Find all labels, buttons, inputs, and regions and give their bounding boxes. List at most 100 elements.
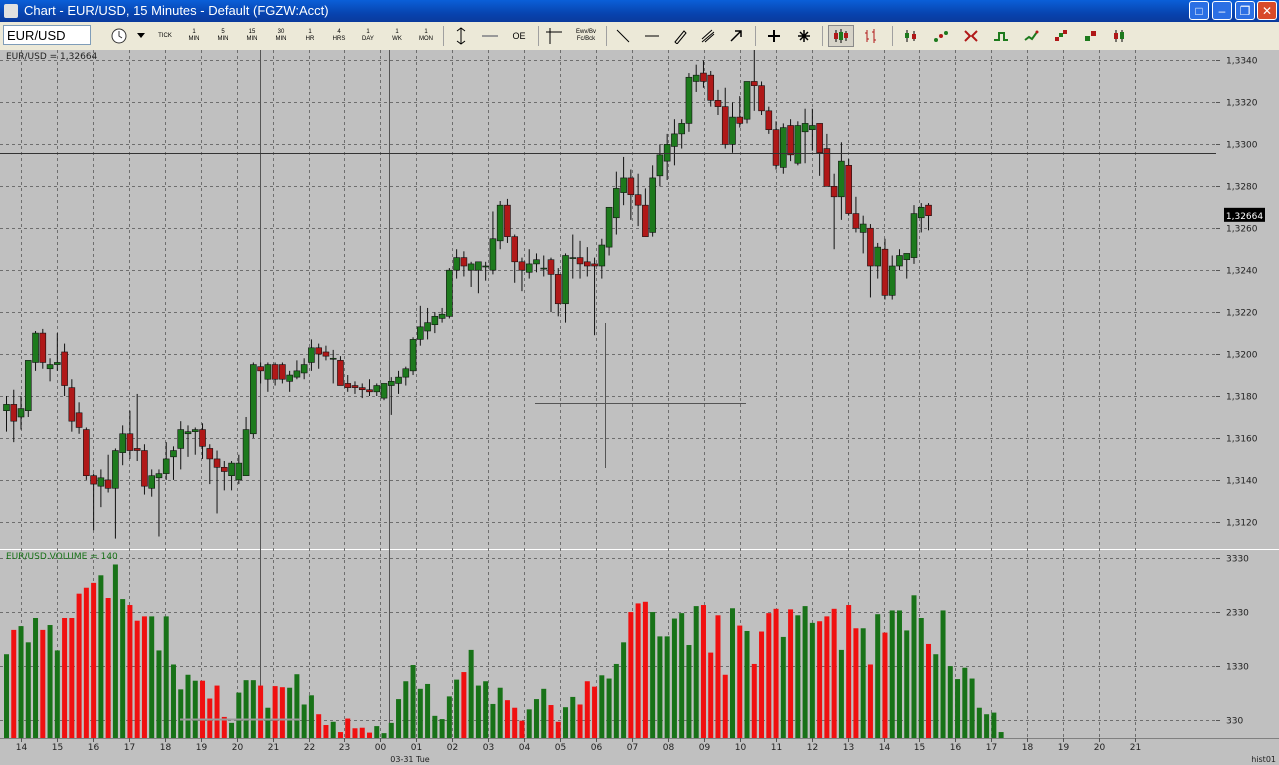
candle-body	[199, 429, 206, 447]
interval-button-tick[interactable]: TICK	[152, 25, 178, 47]
line-icon[interactable]	[612, 25, 634, 47]
candle-body	[787, 125, 794, 156]
point-figure-icon[interactable]	[960, 25, 982, 47]
volume-bar	[824, 616, 830, 738]
dots-icon[interactable]	[930, 25, 952, 47]
volume-bar	[454, 679, 460, 738]
tick-line-icon[interactable]	[1020, 25, 1042, 47]
close-icon[interactable]: ✕	[1257, 1, 1277, 20]
toolbar-separator	[538, 26, 539, 46]
price-tick-label: 1,3240	[1226, 267, 1258, 277]
candle[interactable]	[780, 123, 787, 174]
candle-body	[358, 387, 366, 391]
candle[interactable]	[24, 360, 32, 417]
interval-button-min-5[interactable]: 5 MIN	[210, 25, 236, 47]
candle-body	[511, 236, 519, 263]
candle-body	[627, 177, 635, 195]
volume-bar	[323, 725, 329, 738]
candle[interactable]	[787, 119, 794, 162]
star-icon[interactable]	[793, 25, 815, 47]
volume-bar	[279, 687, 285, 738]
dropdown-icon[interactable]	[134, 25, 148, 47]
volume-tick-label: 2330	[1226, 609, 1249, 619]
candle[interactable]	[504, 198, 511, 243]
time-tick-label: 14	[879, 743, 891, 753]
candle[interactable]	[446, 268, 453, 319]
candle[interactable]	[910, 205, 918, 264]
restore-icon[interactable]: □	[1189, 1, 1209, 20]
candle-body	[235, 462, 243, 481]
candle[interactable]	[337, 356, 344, 386]
range-icon[interactable]	[1108, 25, 1130, 47]
oe-button[interactable]: OE	[508, 25, 530, 47]
interval-button-hr-1[interactable]: 1 HR	[297, 25, 323, 47]
pencil-icon[interactable]	[669, 25, 691, 47]
candle-body	[141, 450, 148, 487]
interval-unit: DAY	[362, 36, 374, 42]
bar-chart-icon[interactable]	[860, 25, 882, 47]
price-pane-label: EUR/USD = 1,32664	[6, 52, 98, 62]
volume-bar	[744, 630, 750, 738]
candlestick-icon[interactable]	[828, 25, 854, 47]
candle-body	[206, 448, 214, 460]
volume-bar	[976, 707, 982, 738]
candle[interactable]	[765, 106, 773, 134]
interval-button-min-15[interactable]: 15 MIN	[239, 25, 265, 47]
arrow-icon[interactable]	[725, 25, 747, 47]
volume-bar	[628, 612, 634, 738]
horizontal-line-icon[interactable]	[641, 25, 663, 47]
candle-body	[874, 246, 882, 267]
volume-bar	[541, 688, 547, 738]
interval-button-wk-1[interactable]: 1 WK	[384, 25, 410, 47]
candle[interactable]	[409, 337, 417, 376]
volume-bar	[396, 699, 402, 738]
candle-body	[17, 408, 25, 418]
volume-bar	[933, 654, 939, 738]
candle-body	[533, 259, 540, 265]
step-line-icon[interactable]	[990, 25, 1012, 47]
volume-bar	[577, 704, 583, 738]
volume-bar	[54, 650, 60, 738]
candle[interactable]	[743, 81, 751, 124]
volume-bar	[214, 685, 220, 738]
renko-icon[interactable]	[1050, 25, 1072, 47]
interval-button-day-1[interactable]: 1 DAY	[355, 25, 381, 47]
candle-body	[213, 458, 221, 468]
candle-body	[801, 123, 809, 133]
candle[interactable]	[685, 73, 693, 132]
interval-button-mon-1[interactable]: 1 MON	[413, 25, 439, 47]
candle-body	[504, 204, 511, 237]
volume-bar	[722, 674, 728, 738]
candle[interactable]	[380, 383, 388, 401]
fork-icon[interactable]	[697, 25, 719, 47]
flat-line-icon[interactable]	[480, 25, 500, 47]
volume-bar	[962, 667, 968, 738]
candle-body	[126, 433, 134, 451]
volume-bar	[207, 698, 213, 738]
volume-bar	[98, 575, 104, 738]
kagi-icon[interactable]	[1080, 25, 1102, 47]
interval-button-min-30[interactable]: 30 MIN	[268, 25, 294, 47]
interval-button-min-1[interactable]: 1 MIN	[181, 25, 207, 47]
interval-button-hrs-4[interactable]: 4 HRS	[326, 25, 352, 47]
chart-area[interactable]: 1,3120 1,3140 1,3160 1,3180 1,3200 1,3220 1,32…	[0, 50, 1279, 765]
candle[interactable]	[794, 121, 802, 166]
candle-body	[881, 248, 889, 296]
volume-bar	[490, 703, 496, 738]
maximize-icon[interactable]: ❐	[1235, 1, 1255, 20]
ohlc-icon[interactable]	[900, 25, 922, 47]
candle[interactable]	[83, 427, 90, 480]
minimize-icon[interactable]: –	[1212, 1, 1232, 20]
text-tool-button[interactable]: Ewv/Bv Fc/Bck	[572, 25, 600, 47]
symbol-input[interactable]	[3, 25, 91, 45]
clock-icon[interactable]	[108, 25, 130, 47]
candle[interactable]	[845, 159, 852, 216]
candle[interactable]	[758, 81, 765, 116]
candle[interactable]	[250, 362, 257, 438]
plus-icon[interactable]	[763, 25, 785, 47]
crosshair-icon[interactable]	[544, 25, 564, 47]
volume-bar	[896, 610, 902, 738]
autoscale-icon[interactable]	[452, 25, 470, 47]
volume-bar	[766, 613, 772, 738]
candle-body	[170, 450, 177, 458]
